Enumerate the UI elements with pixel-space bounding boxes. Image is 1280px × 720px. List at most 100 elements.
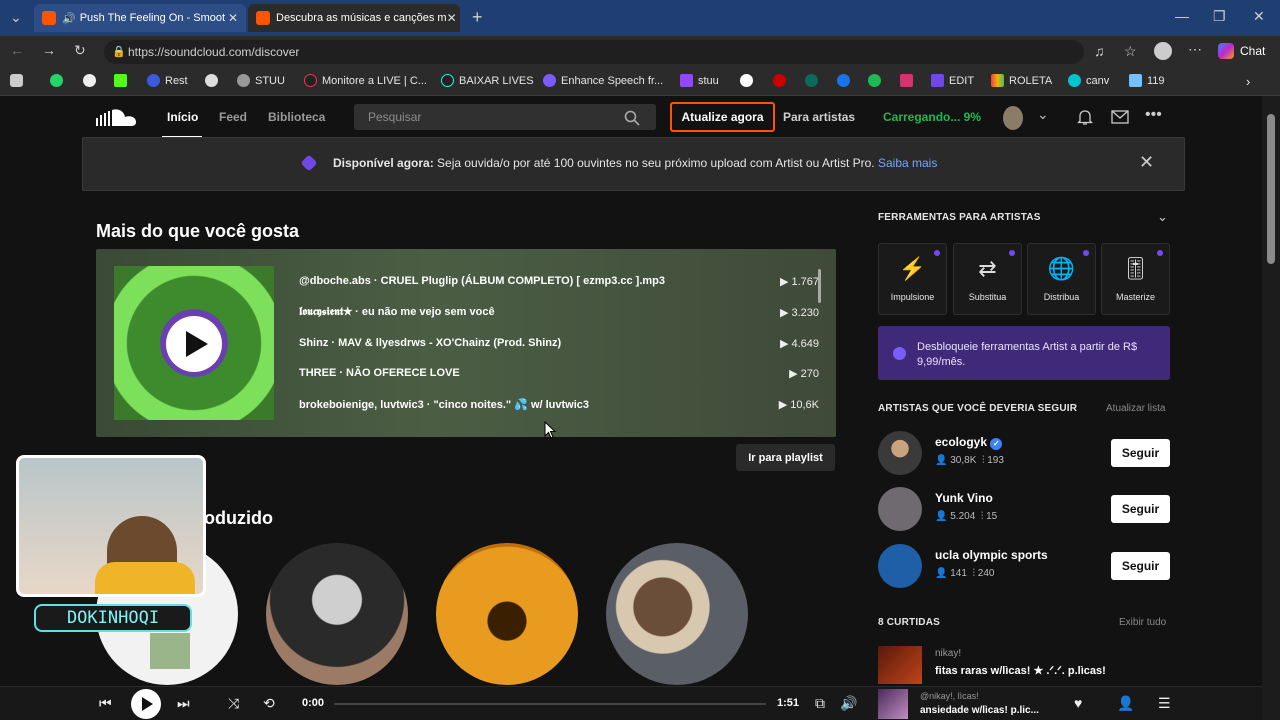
tab-push-the-feeling[interactable]: 🔊 Push The Feeling On - Smoot ✕ — [34, 4, 246, 32]
chevron-down-icon[interactable]: ⌄ — [1037, 106, 1049, 123]
maximize-icon[interactable]: ❐ — [1213, 8, 1226, 25]
artist-name[interactable]: ucla olympic sports — [935, 548, 1048, 562]
kick-bookmark[interactable] — [114, 74, 132, 87]
bookmark[interactable] — [83, 74, 101, 87]
nav-feed[interactable]: Feed — [219, 110, 247, 124]
unlock-artist-tools-banner[interactable]: Desbloqueie ferramentas Artist a partir … — [878, 326, 1170, 380]
bookmark[interactable] — [773, 74, 791, 87]
queue-icon[interactable]: ☰ — [1158, 695, 1171, 712]
artist-name[interactable]: ecologyk ✓ — [935, 435, 1003, 450]
refresh-list-link[interactable]: Atualizar lista — [1106, 403, 1165, 414]
repeat-icon[interactable]: ⟲ — [263, 695, 275, 712]
user-avatar[interactable] — [1003, 106, 1023, 130]
close-banner-icon[interactable]: ✕ — [1139, 152, 1154, 173]
discord-bookmark[interactable] — [205, 74, 223, 87]
nav-inicio[interactable]: Início — [167, 110, 198, 124]
reload-icon[interactable]: ↻ — [74, 42, 86, 59]
avatar[interactable] — [878, 487, 922, 531]
bookmark-canva[interactable]: canv — [1068, 74, 1109, 87]
more-options-icon[interactable]: ••• — [1145, 106, 1162, 124]
track-item[interactable]: Shinz · MAV & llyesdrws - XO'Chainz (Pro… — [299, 337, 819, 355]
mail-icon[interactable] — [1111, 110, 1129, 124]
forward-icon[interactable]: → — [42, 42, 56, 58]
upgrade-now-button[interactable]: Atualize agora — [670, 102, 775, 132]
follow-button[interactable]: Seguir — [1111, 495, 1170, 523]
bookmark-monitore[interactable]: Monitore a LIVE | C... — [304, 74, 427, 87]
search-icon[interactable] — [624, 110, 640, 126]
tab-descubra[interactable]: Descubra as músicas e canções m ✕ — [248, 4, 460, 32]
avatar[interactable] — [878, 431, 922, 475]
more-bookmarks-icon[interactable]: › — [1246, 74, 1250, 89]
profile-icon[interactable] — [1154, 42, 1172, 60]
follow-artist-icon[interactable]: 👤 — [1117, 695, 1134, 712]
track-list-scrollbar[interactable] — [818, 269, 821, 303]
tool-impulsione[interactable]: ⚡ Impulsione — [878, 243, 947, 315]
search-input[interactable]: Pesquisar — [354, 104, 656, 130]
artist-suggestion[interactable]: Yunk Vino 👤 5.204 ⫶ 15 Seguir — [878, 487, 1170, 533]
tool-masterize[interactable]: 🎚 Masterize — [1101, 243, 1170, 315]
page-scrollbar[interactable] — [1262, 96, 1280, 720]
url-field[interactable]: 🔒 https://soundcloud.com/discover — [104, 40, 1084, 64]
bookmark-stuu-twitch[interactable]: stuu — [680, 74, 719, 87]
for-artists-link[interactable]: Para artistas — [783, 110, 855, 124]
now-playing-user[interactable]: @nikay!, lìcas! — [920, 691, 979, 701]
liked-track-user[interactable]: nikay! — [935, 648, 961, 659]
scrollbar-thumb[interactable] — [1267, 114, 1275, 264]
soundcloud-logo-icon[interactable] — [96, 108, 140, 128]
chevron-down-icon[interactable]: ⌄ — [1157, 209, 1168, 225]
bookmark[interactable] — [805, 74, 823, 87]
shuffle-icon[interactable]: ⤨ — [228, 695, 239, 712]
artist-circle-2[interactable] — [266, 543, 408, 685]
now-playing-artwork[interactable] — [878, 689, 908, 719]
next-icon[interactable]: ⏭ — [177, 695, 190, 712]
view-all-link[interactable]: Exibir tudo — [1119, 617, 1166, 628]
bookmark[interactable] — [837, 74, 855, 87]
tab-menu-icon[interactable]: ⌄ — [10, 9, 22, 26]
artist-circle-3[interactable] — [436, 543, 578, 685]
spotify-bookmark[interactable] — [868, 74, 886, 87]
minimize-icon[interactable]: — — [1175, 8, 1189, 24]
whatsapp-bookmark[interactable] — [50, 74, 68, 87]
follow-button[interactable]: Seguir — [1111, 439, 1170, 467]
nav-biblioteca[interactable]: Biblioteca — [268, 110, 325, 124]
progress-bar[interactable] — [334, 703, 766, 705]
track-item[interactable]: 𝖑𝖔𝖚𝖈𝖞𝖘𝖎𝖊𝖓𝖙★ · eu não me vejo sem você ▶ … — [299, 306, 819, 324]
artist-name[interactable]: Yunk Vino — [935, 491, 993, 505]
window-close-icon[interactable]: ✕ — [1253, 8, 1265, 25]
artist-circle-4[interactable] — [606, 543, 748, 685]
player-play-button[interactable] — [131, 689, 161, 719]
bookmark-stuu[interactable]: STUU — [237, 74, 285, 87]
follow-button[interactable]: Seguir — [1111, 552, 1170, 580]
tool-substitua[interactable]: ⇄ Substitua — [953, 243, 1022, 315]
playlist-artwork[interactable] — [114, 266, 274, 420]
go-to-playlist-button[interactable]: Ir para playlist — [736, 444, 835, 471]
now-playing-title[interactable]: ansiedade w/lìcas! p.lic... — [920, 705, 1039, 716]
close-icon[interactable]: ✕ — [447, 11, 457, 25]
back-icon[interactable]: ← — [10, 42, 24, 58]
close-icon[interactable]: ✕ — [228, 11, 238, 25]
liked-track-artwork[interactable] — [878, 646, 922, 684]
bookmark-edit[interactable]: EDIT — [931, 74, 974, 87]
more-menu-icon[interactable]: ⋯ — [1188, 41, 1202, 58]
extensions-icon[interactable]: ♫ — [1094, 43, 1105, 59]
track-item[interactable]: THREE · NÃO OFERECE LOVE ▶ 270 — [299, 367, 819, 385]
track-item[interactable]: brokeboienige, luvtwic3 · "cinco noites.… — [299, 398, 819, 416]
bookmark-baixar-lives[interactable]: BAIXAR LIVES — [441, 74, 534, 87]
favorites-icon[interactable]: ☆ — [1124, 43, 1137, 60]
new-tab-icon[interactable]: + — [472, 7, 483, 28]
bell-icon[interactable] — [1077, 109, 1093, 126]
liked-track-title[interactable]: fitas raras w/lìcas! ★ .ᐟ.ᐟ. p.lìcas! — [935, 664, 1106, 677]
previous-icon[interactable]: ⏮ — [99, 695, 112, 712]
play-button[interactable] — [166, 316, 222, 372]
bookmark[interactable] — [740, 74, 758, 87]
copilot-chat-button[interactable]: Chat — [1218, 43, 1265, 59]
bookmark-icon-only[interactable] — [10, 74, 28, 87]
tool-distribua[interactable]: 🌐 Distribua — [1027, 243, 1096, 315]
track-item[interactable]: @dboche.abs · CRUEL Pluglip (ÁLBUM COMPL… — [299, 275, 819, 293]
artist-suggestion[interactable]: ucla olympic sports 👤 141 ⫶ 240 Seguir — [878, 544, 1170, 590]
cast-icon[interactable]: ⧉ — [815, 695, 825, 712]
avatar[interactable] — [878, 544, 922, 588]
bookmark-roleta[interactable]: ROLETA — [991, 74, 1052, 87]
bookmark[interactable] — [900, 74, 918, 87]
artist-suggestion[interactable]: ecologyk ✓ 👤 30,8K ⫶ 193 Seguir — [878, 431, 1170, 477]
